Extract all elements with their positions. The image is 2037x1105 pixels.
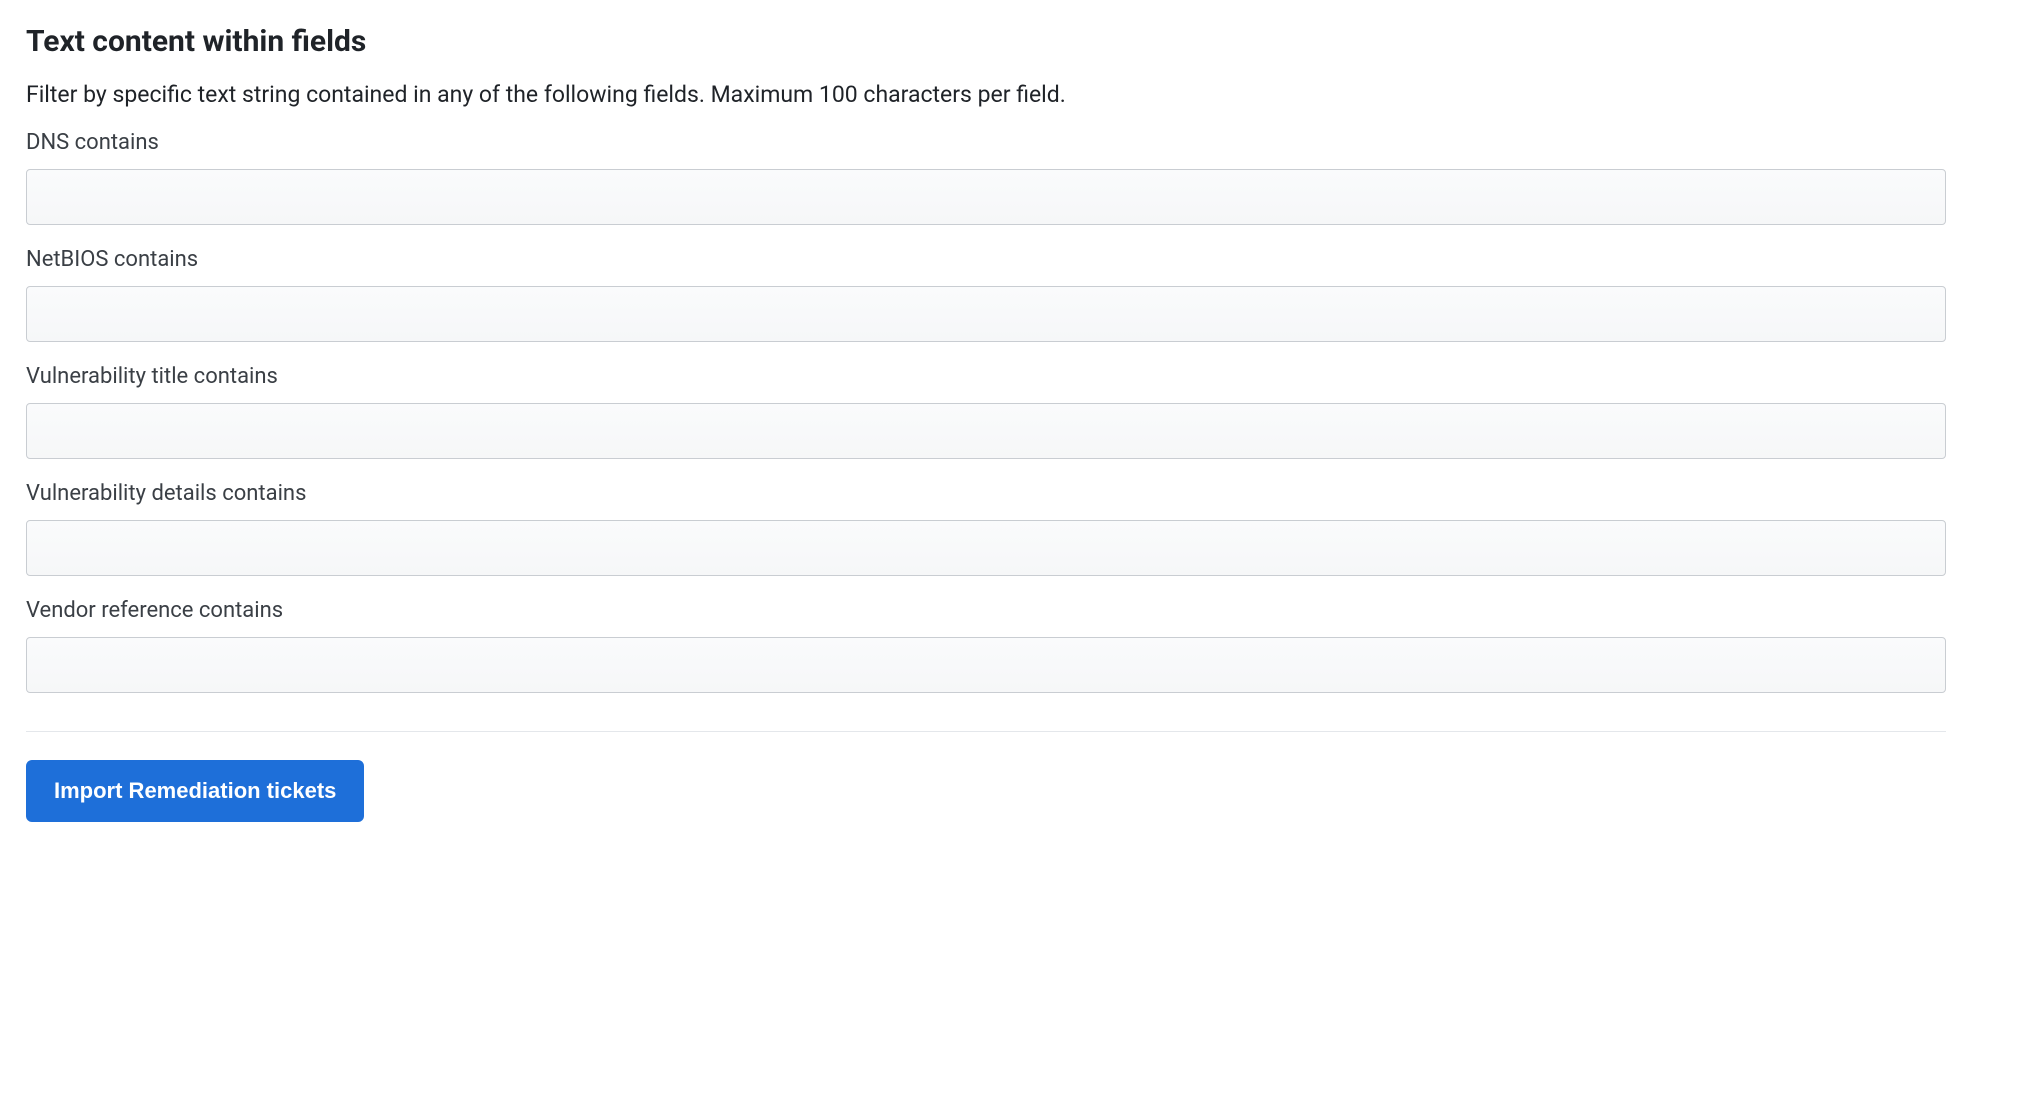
vendor-ref-label: Vendor reference contains xyxy=(26,598,1946,623)
section-title: Text content within fields xyxy=(26,24,1946,59)
netbios-input[interactable] xyxy=(26,286,1946,342)
field-group-netbios: NetBIOS contains xyxy=(26,247,1946,342)
netbios-label: NetBIOS contains xyxy=(26,247,1946,272)
dns-input[interactable] xyxy=(26,169,1946,225)
field-group-vuln-title: Vulnerability title contains xyxy=(26,364,1946,459)
vuln-title-label: Vulnerability title contains xyxy=(26,364,1946,389)
text-content-filter-form: Text content within fields Filter by spe… xyxy=(26,24,1946,822)
field-group-dns: DNS contains xyxy=(26,130,1946,225)
divider xyxy=(26,731,1946,732)
vuln-details-label: Vulnerability details contains xyxy=(26,481,1946,506)
field-group-vuln-details: Vulnerability details contains xyxy=(26,481,1946,576)
vuln-title-input[interactable] xyxy=(26,403,1946,459)
dns-label: DNS contains xyxy=(26,130,1946,155)
field-group-vendor-ref: Vendor reference contains xyxy=(26,598,1946,693)
vuln-details-input[interactable] xyxy=(26,520,1946,576)
section-description: Filter by specific text string contained… xyxy=(26,81,1946,108)
vendor-ref-input[interactable] xyxy=(26,637,1946,693)
import-remediation-button[interactable]: Import Remediation tickets xyxy=(26,760,364,822)
